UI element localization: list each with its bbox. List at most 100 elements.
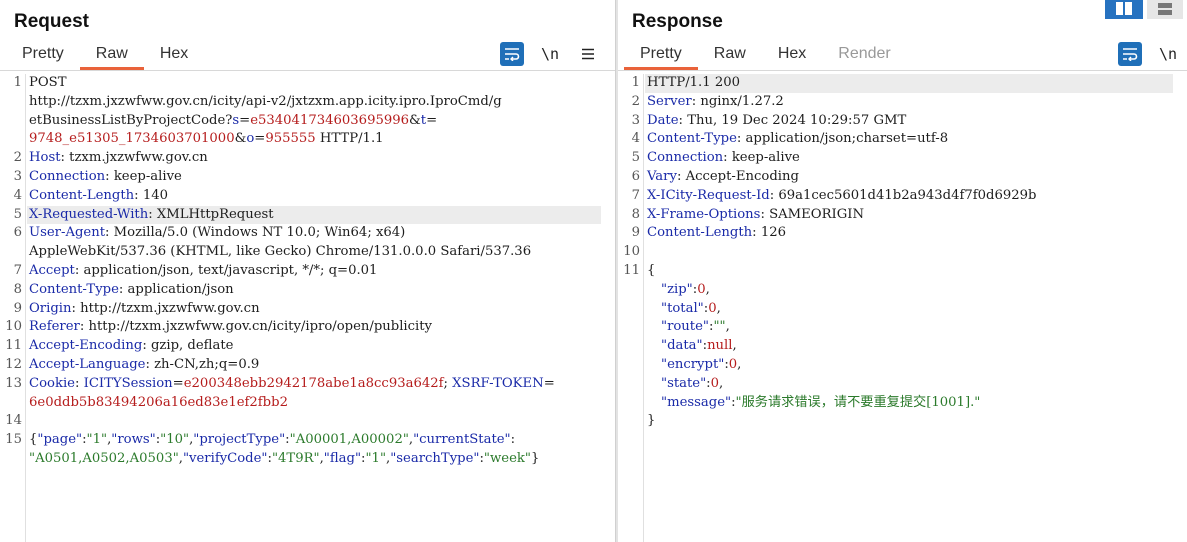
stacked-view-icon[interactable] — [1147, 0, 1183, 19]
header-line: X-ICity-Request-Id: 69a1cec5601d41b2a943… — [647, 187, 1037, 203]
json-line: "state":0, — [661, 375, 724, 391]
header-line: Vary: Accept-Encoding — [647, 169, 799, 184]
header-line: Date: Thu, 19 Dec 2024 10:29:57 GMT — [647, 112, 907, 128]
json-open-brace: { — [647, 263, 656, 278]
header-value: keep-alive — [113, 169, 182, 184]
param-key: s — [232, 112, 240, 128]
line-number: 8 — [13, 281, 22, 297]
header-value: nginx/1.27.2 — [700, 93, 784, 109]
param-key: o — [246, 131, 255, 147]
line-number: 7 — [13, 263, 22, 278]
header-value: zh-CN,zh;q=0.9 — [154, 357, 260, 372]
json-line: "route":"", — [661, 319, 730, 335]
line-number: 9 — [631, 225, 640, 241]
json-value: 0 — [697, 281, 706, 297]
request-title: Request — [14, 11, 89, 32]
header-line: Connection: keep-alive — [647, 150, 800, 166]
url-text: etBusinessListByProjectCode? — [29, 112, 233, 128]
json-key: "total" — [661, 300, 704, 316]
json-key: "route" — [661, 319, 709, 335]
line-number: 2 — [13, 150, 22, 166]
show-newlines-button[interactable]: \n — [540, 42, 560, 66]
header-key: X-Requested-With — [29, 206, 149, 222]
header-key: Accept — [29, 263, 75, 278]
json-value: "A00001,A00002" — [289, 432, 409, 448]
header-line: Referer: http://tzxm.jxzwfww.gov.cn/icit… — [29, 319, 433, 335]
json-key: "state" — [661, 375, 707, 391]
line-number: 6 — [13, 225, 22, 241]
json-key: "verifyCode" — [182, 451, 268, 466]
param-value: 9748_e51305_1734603701000 — [29, 131, 235, 147]
header-value: SAMEORIGIN — [769, 206, 864, 222]
request-tab-pretty[interactable]: Pretty — [6, 40, 80, 70]
request-editor[interactable]: 1 2 3 4 5 6 7 8 9 10 11 12 13 14 15 POST… — [0, 74, 615, 542]
header-key: Content-Type — [29, 281, 119, 297]
show-newlines-button[interactable]: \n — [1158, 42, 1178, 66]
cookie-line: Cookie: ICITYSession=e200348ebb2942178ab… — [29, 375, 555, 391]
line-number: 1 — [631, 75, 640, 90]
header-line: Server: nginx/1.27.2 — [647, 93, 784, 109]
request-gutter: 1 2 3 4 5 6 7 8 9 10 11 12 13 14 15 — [0, 74, 26, 542]
header-value: 140 — [142, 187, 168, 203]
request-pane: Request Pretty Raw Hex \n 1 2 3 4 5 6 7 … — [0, 0, 615, 542]
line-number: 7 — [631, 187, 640, 203]
line-number: 3 — [13, 169, 22, 184]
header-key: Content-Length — [29, 187, 135, 203]
line-number: 5 — [13, 206, 22, 222]
json-line: "total":0, — [661, 300, 721, 316]
header-value: application/json, text/javascript, */*; … — [83, 263, 378, 278]
header-key: Vary — [647, 169, 677, 184]
line-number: 12 — [5, 357, 22, 372]
line-number: 11 — [623, 263, 640, 278]
response-tab-pretty[interactable]: Pretty — [624, 40, 698, 70]
json-value: null — [707, 338, 733, 354]
response-tab-hex[interactable]: Hex — [762, 40, 822, 70]
request-tab-hex[interactable]: Hex — [144, 40, 204, 70]
header-value: http://tzxm.jxzwfww.gov.cn/icity/ipro/op… — [88, 319, 433, 335]
header-key: X-Frame-Options — [647, 206, 761, 222]
layout-toggle — [1105, 0, 1187, 19]
header-value: 126 — [760, 225, 786, 241]
header-key: Connection — [29, 169, 106, 184]
line-number: 2 — [631, 93, 640, 109]
request-line-url: 9748_e51305_1734603701000&o=955555 HTTP/… — [29, 131, 384, 147]
status-line: HTTP/1.1 200 — [647, 75, 740, 90]
header-line: X-Requested-With: XMLHttpRequest — [29, 206, 274, 222]
json-line: "encrypt":0, — [661, 357, 742, 372]
response-tabs: Pretty Raw Hex Render — [624, 40, 907, 70]
response-gutter: 1 2 3 4 5 6 7 8 9 10 11 — [618, 74, 644, 542]
hamburger-menu-icon[interactable] — [578, 42, 598, 66]
cookie-key: ICITYSession — [83, 375, 173, 391]
header-value: 69a1cec5601d41b2a943d4f7f0d6929b — [778, 187, 1037, 203]
header-line: X-Frame-Options: SAMEORIGIN — [647, 206, 864, 222]
line-number: 1 — [13, 75, 22, 90]
json-key: "data" — [661, 338, 703, 354]
request-tab-raw[interactable]: Raw — [79, 40, 144, 70]
json-close-brace: } — [647, 413, 656, 429]
header-line: Accept-Language: zh-CN,zh;q=0.9 — [29, 357, 260, 372]
header-line: Content-Length: 126 — [647, 225, 786, 241]
json-line: "zip":0, — [661, 281, 710, 297]
json-key: "rows" — [111, 432, 156, 448]
response-tab-raw[interactable]: Raw — [698, 40, 762, 70]
header-key: Date — [647, 112, 679, 128]
header-line: Content-Type: application/json — [29, 281, 234, 297]
request-line-method: POST — [29, 75, 67, 90]
header-value: tzxm.jxzwfww.gov.cn — [69, 150, 208, 166]
response-tab-render[interactable]: Render — [822, 40, 906, 70]
header-value: application/json;charset=utf-8 — [745, 131, 949, 147]
response-editor[interactable]: 1 2 3 4 5 6 7 8 9 10 11 HTTP/1.1 200 Ser… — [618, 74, 1187, 542]
header-key: Content-Length — [647, 225, 753, 241]
wrap-lines-icon[interactable] — [1118, 42, 1142, 66]
request-body-line: "A0501,A0502,A0503","verifyCode":"4T9R",… — [29, 451, 540, 466]
split-view-icon[interactable] — [1105, 0, 1143, 19]
header-value: gzip, deflate — [150, 338, 234, 354]
line-number: 4 — [13, 187, 22, 203]
header-value: application/json — [127, 281, 234, 297]
wrap-lines-icon[interactable] — [500, 42, 524, 66]
json-value: "week" — [483, 451, 531, 466]
header-line: Host: tzxm.jxzwfww.gov.cn — [29, 150, 208, 166]
json-value: 0 — [708, 300, 717, 316]
json-line: "message":"服务请求错误，请不要重复提交[1001]." — [661, 394, 981, 410]
header-key: Server — [647, 93, 692, 109]
